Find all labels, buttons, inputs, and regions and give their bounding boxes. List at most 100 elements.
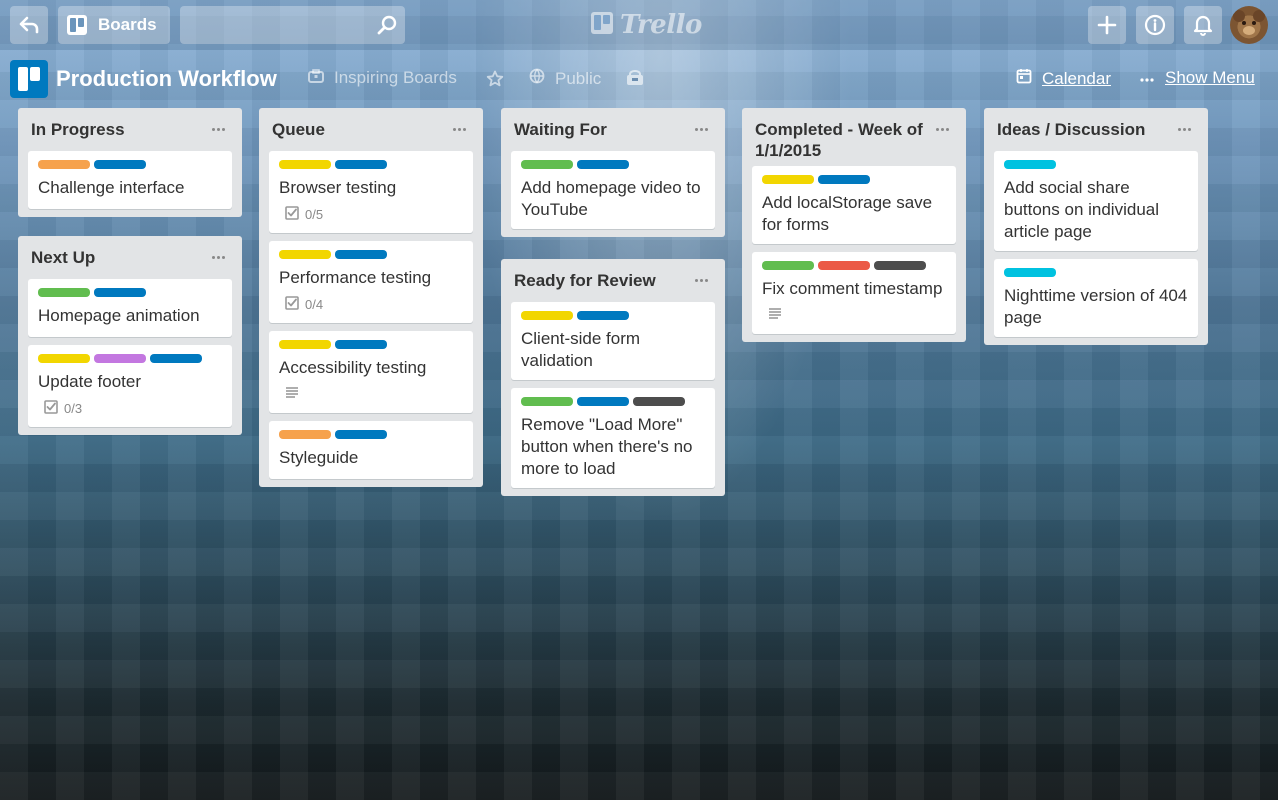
card[interactable]: Homepage animation	[28, 279, 232, 337]
list-title[interactable]: Ideas / Discussion	[997, 119, 1168, 140]
label-sky	[1004, 268, 1056, 277]
search-box[interactable]	[180, 6, 405, 44]
back-button[interactable]	[10, 6, 48, 44]
checklist-icon	[279, 205, 305, 223]
card[interactable]: Styleguide	[269, 421, 473, 479]
list-title[interactable]: Next Up	[31, 247, 202, 268]
list-title[interactable]: Completed - Week of 1/1/2015	[755, 119, 926, 161]
trello-logo[interactable]: Trello	[590, 8, 702, 42]
card[interactable]: Performance testing 0/4	[269, 241, 473, 323]
card-title: Fix comment timestamp	[762, 279, 943, 298]
show-menu-link[interactable]: Show Menu	[1139, 68, 1255, 88]
card-labels	[521, 397, 705, 407]
card[interactable]: Nighttime version of 404 page	[994, 259, 1198, 337]
list-menu-icon[interactable]	[210, 247, 228, 263]
notifications-button[interactable]	[1184, 6, 1222, 44]
list-title[interactable]: In Progress	[31, 119, 202, 140]
info-button[interactable]	[1136, 6, 1174, 44]
card-title: Client-side form validation	[521, 329, 641, 370]
card[interactable]: Accessibility testing	[269, 331, 473, 413]
description-icon	[762, 307, 788, 323]
boards-icon	[66, 14, 88, 36]
label-blue	[577, 311, 629, 320]
card[interactable]: Client-side form validation	[511, 302, 715, 380]
list-title[interactable]: Waiting For	[514, 119, 685, 140]
card-labels	[1004, 160, 1188, 170]
card[interactable]: Add social share buttons on individual a…	[994, 151, 1198, 251]
card-container: Add social share buttons on individual a…	[994, 151, 1198, 337]
list-in-progress[interactable]: In Progress Challenge interface	[18, 108, 242, 217]
label-green	[762, 261, 814, 270]
list-menu-icon[interactable]	[693, 270, 711, 286]
label-blue	[94, 288, 146, 297]
card-labels	[279, 430, 463, 440]
star-icon	[486, 70, 514, 93]
label-blue	[150, 354, 202, 363]
label-yellow	[279, 160, 331, 169]
search-icon[interactable]	[377, 15, 397, 40]
checklist-count: 0/4	[305, 296, 324, 312]
board-header: Production Workflow Inspiring Boards Pub…	[0, 58, 1278, 100]
card[interactable]: Browser testing 0/5	[269, 151, 473, 233]
list-menu-icon[interactable]	[693, 119, 711, 135]
label-red	[818, 261, 870, 270]
card[interactable]: Add localStorage save for forms	[752, 166, 956, 244]
label-purple	[94, 354, 146, 363]
visibility-button[interactable]: Public	[529, 68, 601, 89]
board-title[interactable]: Production Workflow	[56, 66, 277, 92]
list-ideas-discussion[interactable]: Ideas / Discussion Add social share butt…	[984, 108, 1208, 345]
list-ready-for-review[interactable]: Ready for Review Client-side form valida…	[501, 259, 725, 496]
card[interactable]: Fix comment timestamp	[752, 252, 956, 334]
list-waiting-for[interactable]: Waiting For Add homepage video to YouTub…	[501, 108, 725, 237]
list-title[interactable]: Queue	[272, 119, 443, 140]
card-container: Add homepage video to YouTube	[511, 151, 715, 229]
add-button[interactable]	[1088, 6, 1126, 44]
list-menu-icon[interactable]	[451, 119, 469, 135]
card-labels	[1004, 268, 1188, 278]
label-blue	[577, 397, 629, 406]
label-black	[633, 397, 685, 406]
info-icon	[1144, 14, 1166, 36]
label-black	[874, 261, 926, 270]
list-title[interactable]: Ready for Review	[514, 270, 685, 291]
label-sky	[1004, 160, 1056, 169]
search-input[interactable]	[180, 6, 405, 44]
list-queue[interactable]: Queue Browser testing 0/5 Performance test…	[259, 108, 483, 487]
card-title: Remove "Load More" button when there's n…	[521, 415, 693, 478]
card-badges	[279, 383, 463, 405]
card-title: Challenge interface	[38, 178, 185, 197]
list-next-up[interactable]: Next Up Homepage animation Update footer 0…	[18, 236, 242, 435]
list-menu-icon[interactable]	[210, 119, 228, 135]
card-title: Add social share buttons on individual a…	[1004, 178, 1160, 241]
label-green	[521, 397, 573, 406]
checklist-count: 0/5	[305, 206, 324, 222]
card-labels	[279, 160, 463, 170]
bell-icon	[1193, 14, 1213, 36]
star-button[interactable]	[486, 70, 514, 93]
card[interactable]: Remove "Load More" button when there's n…	[511, 388, 715, 488]
card[interactable]: Challenge interface	[28, 151, 232, 209]
card[interactable]: Add homepage video to YouTube	[511, 151, 715, 229]
list-completed[interactable]: Completed - Week of 1/1/2015 Add localSt…	[742, 108, 966, 342]
avatar-eye	[1252, 21, 1256, 25]
plus-icon	[1097, 15, 1117, 35]
checklist-count: 0/3	[64, 400, 83, 416]
team-link[interactable]: Inspiring Boards	[308, 68, 457, 88]
list-menu-icon[interactable]	[1176, 119, 1194, 135]
avatar[interactable]	[1230, 6, 1268, 44]
card-labels	[38, 354, 222, 364]
globe-icon	[529, 68, 555, 89]
list-menu-icon[interactable]	[934, 119, 952, 135]
subscribe-button[interactable]	[626, 70, 654, 91]
calendar-link[interactable]: Calendar	[1016, 68, 1111, 89]
label-yellow	[762, 175, 814, 184]
boards-button[interactable]: Boards	[58, 6, 170, 44]
label-yellow	[521, 311, 573, 320]
team-name: Inspiring Boards	[334, 68, 457, 87]
card-labels	[762, 261, 946, 271]
show-menu-label: Show Menu	[1165, 68, 1255, 87]
card[interactable]: Update footer 0/3	[28, 345, 232, 427]
card-title: Nighttime version of 404 page	[1004, 286, 1188, 327]
checklist-icon	[38, 399, 64, 417]
label-blue	[94, 160, 146, 169]
